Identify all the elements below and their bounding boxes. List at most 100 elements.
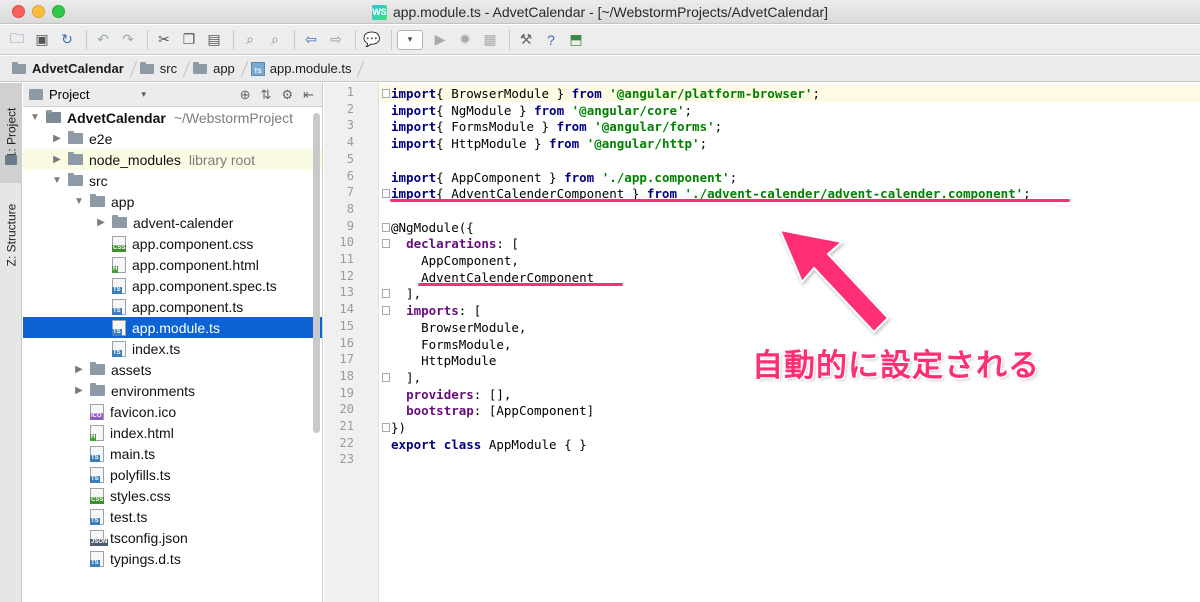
tree-file-item[interactable]: ▶ICOfavicon.ico bbox=[23, 401, 322, 422]
help-icon[interactable]: ? bbox=[540, 29, 562, 51]
code-line[interactable]: AppComponent, bbox=[391, 252, 519, 269]
fold-marker-icon[interactable] bbox=[382, 306, 390, 316]
tree-folder-item[interactable]: ▶ assets bbox=[23, 359, 322, 380]
breadcrumb-project[interactable]: AdvetCalendar bbox=[6, 58, 134, 80]
paste-icon[interactable]: ▤ bbox=[203, 29, 225, 51]
gear-icon[interactable]: ⚙ bbox=[281, 87, 293, 103]
chevron-down-icon[interactable]: ▼ bbox=[51, 175, 63, 186]
chevron-down-icon[interactable]: ▼ bbox=[29, 112, 41, 123]
code-line[interactable]: import{ BrowserModule } from '@angular/p… bbox=[391, 85, 820, 102]
ts-file-icon: TS bbox=[90, 445, 104, 462]
line-number: 15 bbox=[339, 318, 354, 333]
tree-file-item[interactable]: ▶TSmain.ts bbox=[23, 443, 322, 464]
chevron-right-icon[interactable]: ▶ bbox=[73, 385, 85, 396]
code-line[interactable]: BrowserModule, bbox=[391, 319, 526, 336]
tree-folder-item[interactable]: ▶ node_modules library root bbox=[23, 149, 322, 170]
tree-folder-item[interactable]: ▶ advent-calender bbox=[23, 212, 322, 233]
chevron-right-icon[interactable]: ▶ bbox=[95, 217, 107, 228]
debug-icon[interactable]: ✹ bbox=[454, 29, 476, 51]
tree-file-item[interactable]: ▶JSONtsconfig.json bbox=[23, 527, 322, 548]
tree-file-item[interactable]: ▶TSpolyfills.ts bbox=[23, 464, 322, 485]
find-icon[interactable]: ⌕ bbox=[239, 29, 261, 51]
code-line[interactable]: import{ HttpModule } from '@angular/http… bbox=[391, 135, 707, 152]
structure-tool-tab[interactable]: Z: Structure bbox=[0, 185, 22, 285]
chevron-right-icon[interactable]: ▶ bbox=[51, 133, 63, 144]
chevron-right-icon[interactable]: ▶ bbox=[73, 364, 85, 375]
folder-icon bbox=[68, 131, 83, 144]
cut-icon[interactable]: ✂ bbox=[153, 29, 175, 51]
chevron-down-icon[interactable]: ▼ bbox=[73, 196, 85, 207]
run-icon[interactable]: ▶ bbox=[429, 29, 451, 51]
replace-icon[interactable]: ⌕ bbox=[264, 29, 286, 51]
code-line[interactable]: declarations: [ bbox=[391, 235, 519, 252]
fold-marker-icon[interactable] bbox=[382, 372, 390, 382]
tree-item-hint: ~/WebstormProject bbox=[173, 109, 293, 126]
line-number: 17 bbox=[339, 352, 354, 367]
tree-file-item[interactable]: ▶CSSstyles.css bbox=[23, 485, 322, 506]
run-config-dropdown[interactable]: ▾ bbox=[397, 29, 423, 50]
tree-file-item[interactable]: ▶TSapp.module.ts bbox=[23, 317, 322, 338]
tree-file-item[interactable]: ▶TStest.ts bbox=[23, 506, 322, 527]
code-line[interactable]: }) bbox=[391, 419, 406, 436]
code-line[interactable]: providers: [], bbox=[391, 386, 511, 403]
ts-file-icon: TS bbox=[112, 340, 126, 357]
tree-file-item[interactable]: ▶TStypings.d.ts bbox=[23, 548, 322, 569]
tree-file-item[interactable]: ▶TSindex.ts bbox=[23, 338, 322, 359]
tree-folder-item[interactable]: ▼ src bbox=[23, 170, 322, 191]
sync-icon[interactable]: ↻ bbox=[56, 29, 78, 51]
fold-marker-icon[interactable] bbox=[382, 89, 390, 98]
line-number: 7 bbox=[346, 185, 354, 200]
hide-panel-icon[interactable]: ⇤ bbox=[303, 87, 314, 103]
back-icon[interactable]: ⇦ bbox=[300, 29, 322, 51]
code-line[interactable]: ], bbox=[391, 369, 421, 386]
html-file-icon: H bbox=[112, 256, 126, 273]
module-folder-icon bbox=[12, 61, 26, 74]
tree-file-item[interactable]: ▶TSapp.component.ts bbox=[23, 296, 322, 317]
tree-file-item[interactable]: ▶Happ.component.html bbox=[23, 254, 322, 275]
collapse-all-icon[interactable]: ⇅ bbox=[261, 87, 272, 103]
fold-marker-icon[interactable] bbox=[382, 239, 390, 249]
code-line[interactable]: @NgModule({ bbox=[391, 219, 474, 236]
tree-file-item[interactable]: ▶Hindex.html bbox=[23, 422, 322, 443]
fold-marker-icon[interactable] bbox=[382, 222, 390, 232]
tree-folder-item[interactable]: ▼ app bbox=[23, 191, 322, 212]
tree-item-hint: library root bbox=[188, 151, 255, 168]
code-line[interactable]: import{ FormsModule } from '@angular/for… bbox=[391, 118, 722, 135]
fold-marker-icon[interactable] bbox=[382, 423, 390, 432]
folder-icon bbox=[68, 152, 83, 165]
undo-icon[interactable]: ↶ bbox=[92, 29, 114, 51]
save-icon[interactable]: ▣ bbox=[31, 29, 53, 51]
forward-icon[interactable]: ⇨ bbox=[325, 29, 347, 51]
project-view-selector[interactable]: Project bbox=[49, 87, 89, 102]
code-line[interactable]: imports: [ bbox=[391, 302, 481, 319]
coverage-icon[interactable]: ▦ bbox=[479, 29, 501, 51]
breadcrumb-file[interactable]: TS app.module.ts bbox=[245, 58, 362, 80]
tree-folder-item[interactable]: ▶ environments bbox=[23, 380, 322, 401]
code-line[interactable]: export class AppModule { } bbox=[391, 436, 587, 453]
code-line[interactable]: FormsModule, bbox=[391, 336, 511, 353]
code-line[interactable]: import{ NgModule } from '@angular/core'; bbox=[391, 102, 692, 119]
code-line[interactable]: HttpModule bbox=[391, 352, 496, 369]
open-folder-icon[interactable]: 🗀 bbox=[6, 29, 28, 51]
fold-marker-icon[interactable] bbox=[382, 189, 390, 199]
code-line[interactable]: import{ AppComponent } from './app.compo… bbox=[391, 169, 737, 186]
breadcrumb-src[interactable]: src bbox=[134, 58, 187, 80]
tree-folder-item[interactable]: ▼ AdvetCalendar ~/WebstormProject bbox=[23, 107, 322, 128]
tree-file-item[interactable]: ▶TSapp.component.spec.ts bbox=[23, 275, 322, 296]
tree-scrollbar[interactable] bbox=[313, 113, 320, 433]
vcs-icon[interactable]: ⬒ bbox=[565, 29, 587, 51]
chevron-right-icon[interactable]: ▶ bbox=[51, 154, 63, 165]
fold-marker-icon[interactable] bbox=[382, 289, 390, 299]
comment-icon[interactable]: 💬 bbox=[361, 29, 383, 51]
project-tool-tab[interactable]: 1: Project bbox=[0, 83, 22, 183]
breadcrumb-app[interactable]: app bbox=[187, 58, 245, 80]
settings-icon[interactable]: ⚒ bbox=[515, 29, 537, 51]
code-line[interactable]: bootstrap: [AppComponent] bbox=[391, 402, 594, 419]
chevron-down-icon[interactable]: ▾ bbox=[141, 89, 146, 100]
tree-file-item[interactable]: ▶CSSapp.component.css bbox=[23, 233, 322, 254]
code-line[interactable]: ], bbox=[391, 285, 421, 302]
copy-icon[interactable]: ❐ bbox=[178, 29, 200, 51]
redo-icon[interactable]: ↷ bbox=[117, 29, 139, 51]
scroll-from-source-icon[interactable]: ⊕ bbox=[240, 87, 251, 103]
tree-folder-item[interactable]: ▶ e2e bbox=[23, 128, 322, 149]
